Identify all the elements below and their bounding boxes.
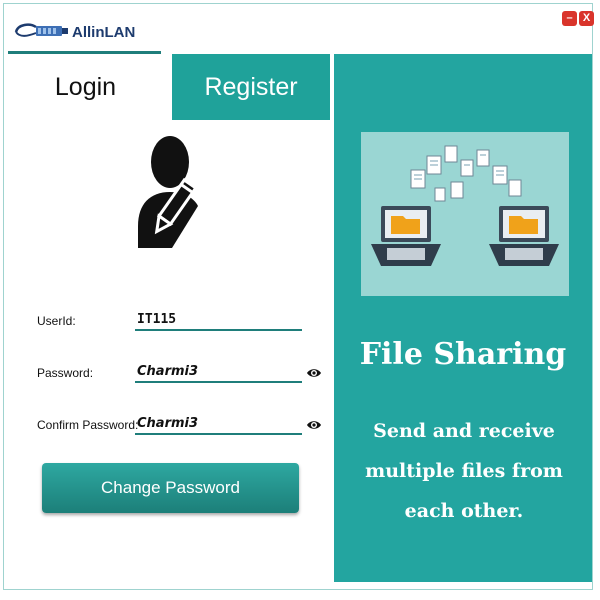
confirm-password-label: Confirm Password: xyxy=(37,418,139,432)
tab-register[interactable]: Register xyxy=(172,54,330,120)
password-label: Password: xyxy=(37,366,94,380)
promo-subtitle: Send and receive multiple files from eac… xyxy=(365,420,563,522)
file-sharing-illustration xyxy=(361,132,569,296)
eye-icon[interactable] xyxy=(306,367,322,379)
userid-input[interactable] xyxy=(135,309,302,331)
laptop-icon xyxy=(489,206,559,266)
app-window: AllinLAN – X Login Register UserId: Pass… xyxy=(3,3,594,590)
userid-label: UserId: xyxy=(37,314,76,328)
app-name: AllinLAN xyxy=(72,24,136,41)
promo-title: File Sharing xyxy=(359,337,567,372)
confirm-password-input[interactable] xyxy=(135,413,302,435)
promo-panel: File Sharing Send and receive multiple f… xyxy=(334,54,592,582)
title-bar: AllinLAN – X xyxy=(4,4,594,48)
laptop-icon xyxy=(371,206,441,266)
tab-login[interactable]: Login xyxy=(9,54,162,120)
change-password-button[interactable]: Change Password xyxy=(42,463,299,513)
eye-icon[interactable] xyxy=(306,419,322,431)
password-input[interactable] xyxy=(135,361,302,383)
user-edit-icon xyxy=(138,136,198,248)
minimize-button[interactable]: – xyxy=(562,11,577,26)
network-cable-icon xyxy=(14,23,68,37)
close-button[interactable]: X xyxy=(579,11,594,26)
